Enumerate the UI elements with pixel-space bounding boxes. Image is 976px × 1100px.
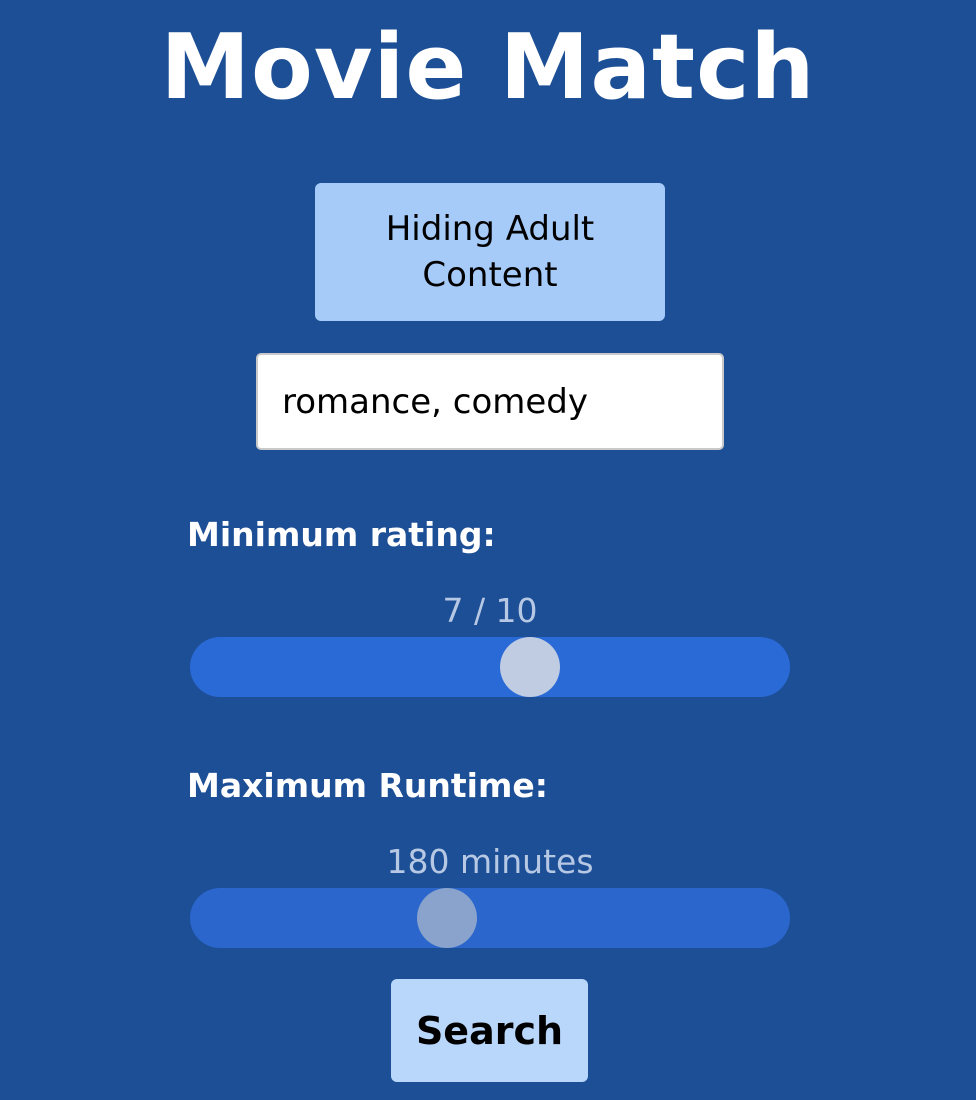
search-button[interactable]: Search bbox=[391, 979, 588, 1082]
maximum-runtime-label: Maximum Runtime: bbox=[187, 766, 548, 805]
minimum-rating-value: 7 / 10 bbox=[442, 591, 538, 630]
movie-match-app: Movie Match Hiding Adult Content Minimum… bbox=[0, 0, 976, 1100]
maximum-runtime-slider-thumb[interactable] bbox=[417, 888, 477, 948]
minimum-rating-label: Minimum rating: bbox=[187, 515, 496, 554]
maximum-runtime-slider[interactable] bbox=[190, 888, 790, 948]
adult-content-toggle-button[interactable]: Hiding Adult Content bbox=[315, 183, 665, 321]
genre-input[interactable] bbox=[256, 353, 724, 450]
minimum-rating-slider[interactable] bbox=[190, 637, 790, 697]
minimum-rating-slider-thumb[interactable] bbox=[500, 637, 560, 697]
maximum-runtime-value: 180 minutes bbox=[386, 842, 594, 881]
page-title: Movie Match bbox=[160, 15, 816, 120]
